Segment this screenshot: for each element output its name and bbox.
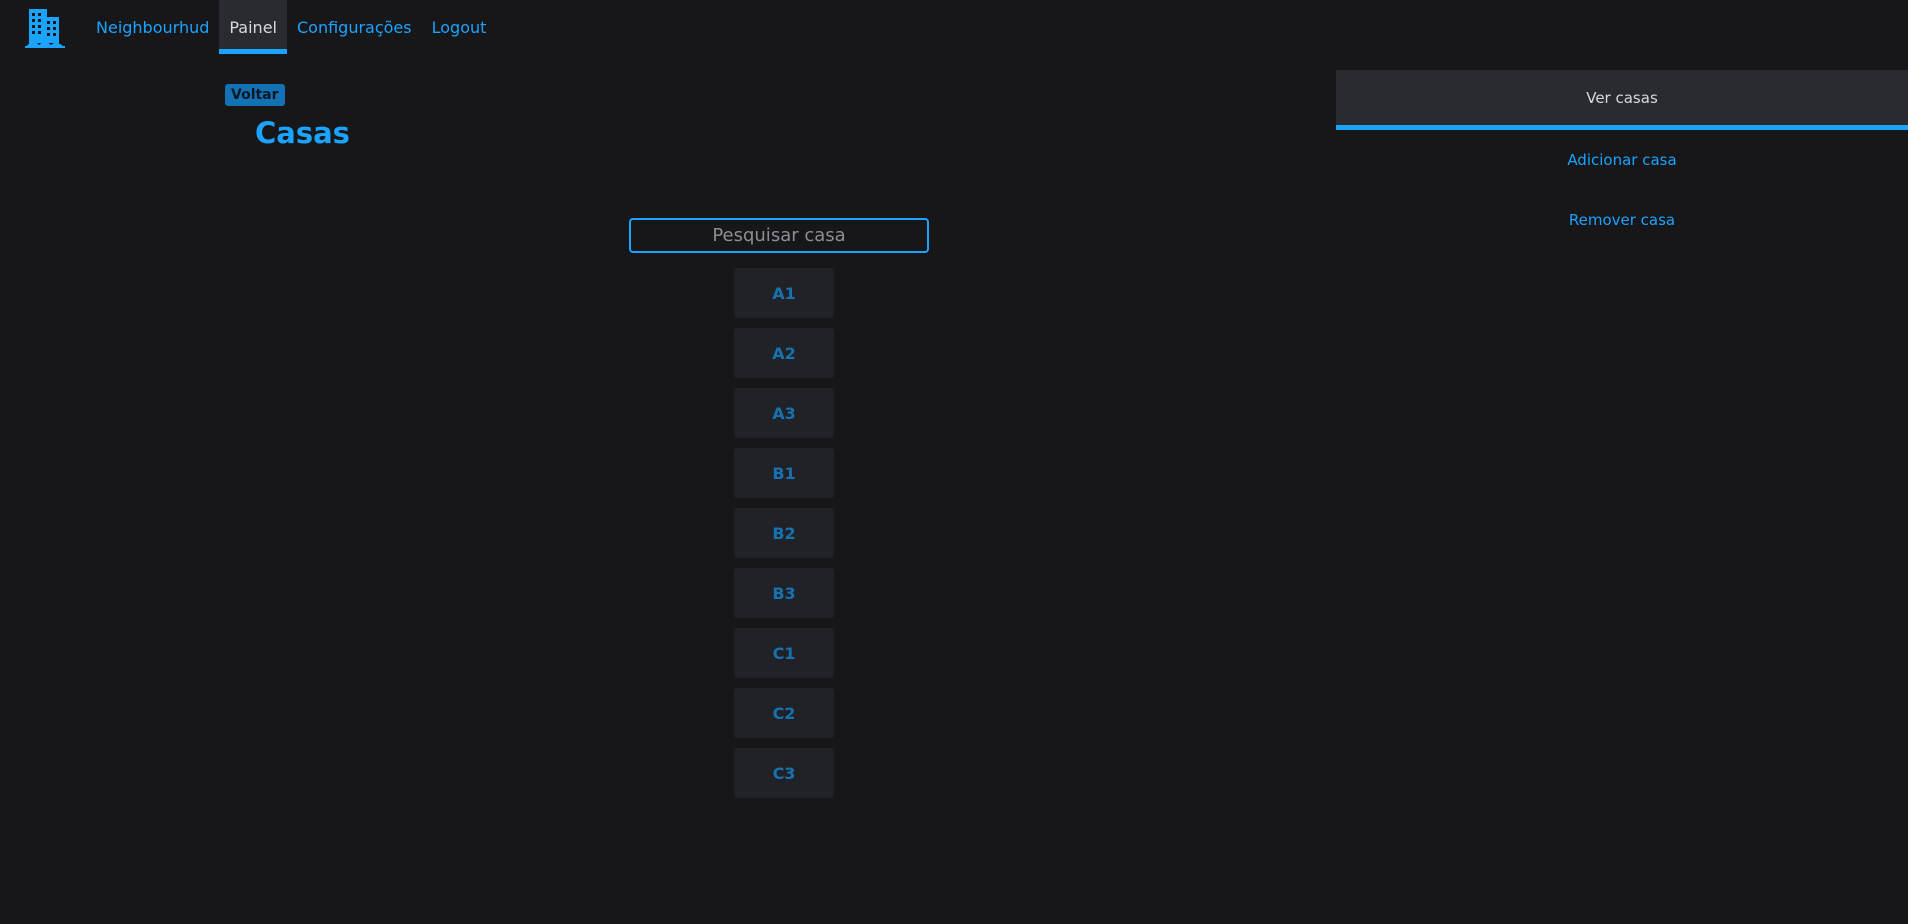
building-icon[interactable] bbox=[24, 5, 66, 51]
side-menu-adicionar-casa[interactable]: Adicionar casa bbox=[1336, 130, 1908, 190]
house-item[interactable]: C1 bbox=[734, 628, 834, 678]
house-item[interactable]: A3 bbox=[734, 388, 834, 438]
house-list: A1 A2 A3 B1 B2 B3 C1 C2 C3 bbox=[734, 268, 834, 798]
house-item[interactable]: B3 bbox=[734, 568, 834, 618]
nav-link-home[interactable]: Neighbourhud bbox=[86, 0, 219, 54]
side-menu-remover-casa[interactable]: Remover casa bbox=[1336, 190, 1908, 250]
top-navbar: Neighbourhud Painel Configurações Logout bbox=[0, 0, 600, 54]
house-item[interactable]: B1 bbox=[734, 448, 834, 498]
search-input[interactable] bbox=[629, 218, 929, 253]
back-button[interactable]: Voltar bbox=[225, 84, 285, 106]
nav-link-logout[interactable]: Logout bbox=[422, 0, 497, 54]
page-title: Casas bbox=[255, 116, 350, 150]
house-item[interactable]: A2 bbox=[734, 328, 834, 378]
nav-link-painel[interactable]: Painel bbox=[219, 0, 287, 54]
house-item[interactable]: B2 bbox=[734, 508, 834, 558]
side-menu: Ver casas Adicionar casa Remover casa bbox=[1336, 70, 1908, 250]
house-item[interactable]: A1 bbox=[734, 268, 834, 318]
house-item[interactable]: C2 bbox=[734, 688, 834, 738]
nav-link-configuracoes[interactable]: Configurações bbox=[287, 0, 422, 54]
page: Neighbourhud Painel Configurações Logout… bbox=[0, 0, 1908, 924]
side-menu-ver-casas[interactable]: Ver casas bbox=[1336, 70, 1908, 130]
house-item[interactable]: C3 bbox=[734, 748, 834, 798]
